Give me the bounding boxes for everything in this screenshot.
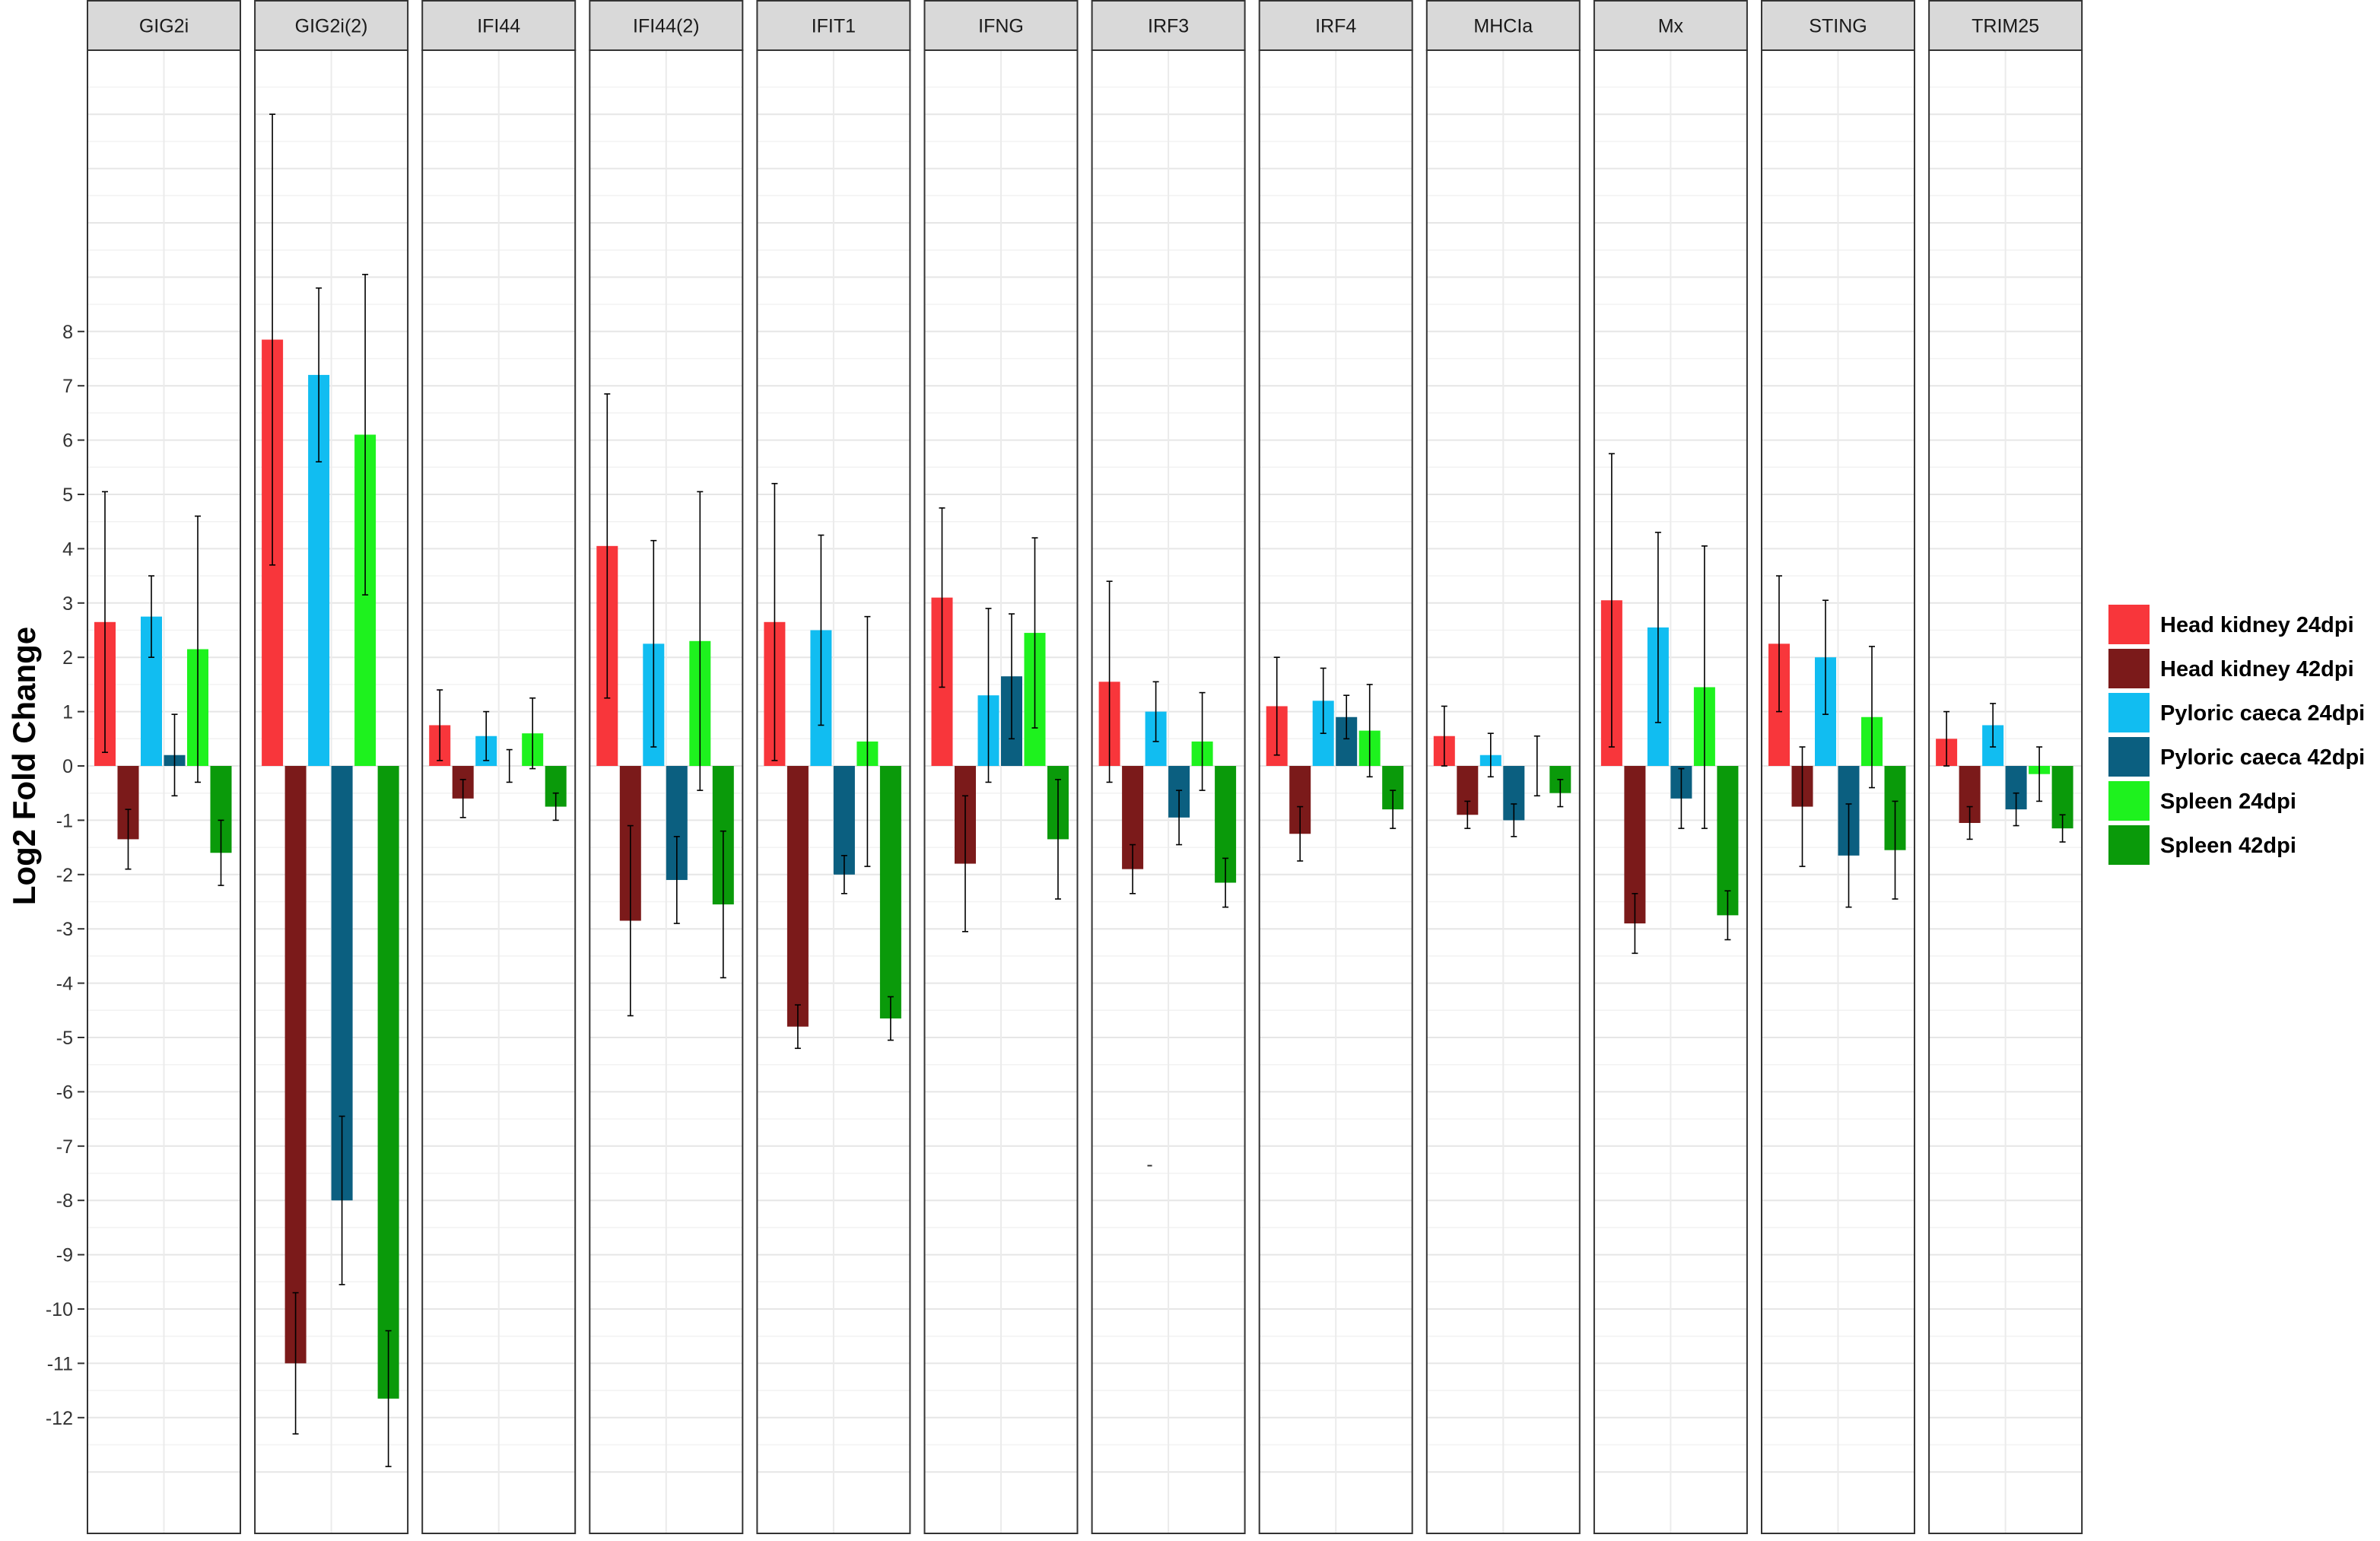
y-tick-label: 7 <box>62 376 73 397</box>
facet-irf4: IRF4 <box>1258 0 1413 1534</box>
facet-strip-label: STING <box>1809 16 1867 37</box>
faceted-bar-chart: Log2 Fold Change 8 7 6 5 4 3 2 1 0 -1 -2 -3 -4 -5 -6 -7… <box>0 0 2380 1537</box>
y-tick-label: -4 <box>56 974 73 995</box>
y-tick-label: 4 <box>62 539 73 560</box>
annotation: - <box>1146 1154 1152 1175</box>
legend-label: Head kidney 24dpi <box>2160 613 2354 637</box>
y-tick-label: 6 <box>62 431 73 452</box>
facet-mhcia: MHCIa <box>1425 0 1581 1534</box>
chart-svg: Log2 Fold Change 8 7 6 5 4 3 2 1 0 -1 -2 -3 -4 -5 -6 -7… <box>6 0 2365 1534</box>
legend: Head kidney 24dpi Head kidney 42dpi Pylori… <box>2108 605 2365 865</box>
legend-item-spleen-24dpi: Spleen 24dpi <box>2108 781 2296 821</box>
y-tick-label: 5 <box>62 485 73 506</box>
legend-key <box>2108 605 2150 644</box>
y-tick-label: 0 <box>62 756 73 777</box>
y-tick-label: -5 <box>56 1028 73 1049</box>
y-tick-label: -7 <box>56 1136 73 1158</box>
y-tick-label: -9 <box>56 1245 73 1266</box>
y-tick-label: 2 <box>62 647 73 669</box>
y-tick-label: 8 <box>62 322 73 343</box>
legend-item-spleen-42dpi: Spleen 42dpi <box>2108 825 2296 865</box>
facet-strip-label: GIG2i(2) <box>295 16 368 37</box>
facet-strip-label: IRF4 <box>1315 16 1356 37</box>
facet-strip-label: IFI44(2) <box>633 16 700 37</box>
bar-gig2i-2-head-kidney-42dpi <box>284 766 307 1364</box>
facet-strip-label: Mx <box>1658 16 1684 37</box>
legend-item-head-kidney-24dpi: Head kidney 24dpi <box>2108 605 2354 644</box>
legend-key <box>2108 649 2150 688</box>
legend-key <box>2108 825 2150 865</box>
facet-sting: STING <box>1761 0 1915 1534</box>
y-tick-label: -2 <box>56 865 73 886</box>
bar-ifit1-head-kidney-42dpi <box>786 766 809 1027</box>
y-tick-label: -12 <box>46 1408 73 1429</box>
y-tick-label: -10 <box>46 1299 73 1320</box>
y-tick-label: -1 <box>56 810 73 831</box>
facet-irf3: IRF3 - <box>1091 0 1246 1534</box>
facet-ifi44-2: IFI44(2) <box>589 0 744 1534</box>
legend-label: Spleen 24dpi <box>2160 790 2296 814</box>
legend-item-pyloric-caeca-24dpi: Pyloric caeca 24dpi <box>2108 693 2365 732</box>
facet-strip-label: IRF3 <box>1148 16 1189 37</box>
y-axis-title: Log2 Fold Change <box>6 627 42 905</box>
legend-key <box>2108 737 2150 777</box>
facet-strip-label: IFIT1 <box>812 16 856 37</box>
y-tick-label: -3 <box>56 919 73 940</box>
facet-gig2i: GIG2i <box>87 0 241 1534</box>
facet-gig2i-2: GIG2i(2) <box>254 0 409 1534</box>
legend-label: Pyloric caeca 42dpi <box>2160 745 2365 770</box>
facet-strip-label: GIG2i <box>139 16 189 37</box>
legend-item-pyloric-caeca-42dpi: Pyloric caeca 42dpi <box>2108 737 2365 777</box>
legend-key <box>2108 693 2150 732</box>
y-tick-label: 3 <box>62 593 73 615</box>
y-tick-label: -6 <box>56 1082 73 1103</box>
facet-strip-label: IFNG <box>978 16 1024 37</box>
legend-label: Head kidney 42dpi <box>2160 657 2354 682</box>
legend-key <box>2108 781 2150 821</box>
facet-strip-label: TRIM25 <box>1972 16 2039 37</box>
facet-ifng: IFNG <box>923 0 1079 1534</box>
legend-item-head-kidney-42dpi: Head kidney 42dpi <box>2108 649 2354 688</box>
legend-label: Pyloric caeca 24dpi <box>2160 701 2365 726</box>
bar-ifit1-spleen-42dpi <box>879 766 901 1019</box>
legend-label: Spleen 42dpi <box>2160 834 2296 858</box>
facet-panels: GIG2i GIG2i(2) IFI44 IFI44(2) IFIT1 IFNG IRF3 -… <box>87 0 2083 1534</box>
y-tick-label: -8 <box>56 1190 73 1212</box>
facet-ifit1: IFIT1 <box>756 0 911 1534</box>
facet-ifi44: IFI44 <box>421 0 577 1534</box>
facet-strip-label: IFI44 <box>477 16 520 37</box>
facet-mx: Mx <box>1593 0 1748 1534</box>
y-tick-label: 1 <box>62 702 73 723</box>
facet-strip-label: MHCIa <box>1473 16 1533 37</box>
facet-trim25: TRIM25 <box>1928 0 2083 1534</box>
bar-gig2i-2-spleen-42dpi <box>377 766 399 1399</box>
y-tick-label: -11 <box>47 1353 73 1374</box>
y-axis: 8 7 6 5 4 3 2 1 0 -1 -2 -3 -4 -5 -6 -7 -8 -9 -10 -11 -12 <box>46 322 84 1429</box>
